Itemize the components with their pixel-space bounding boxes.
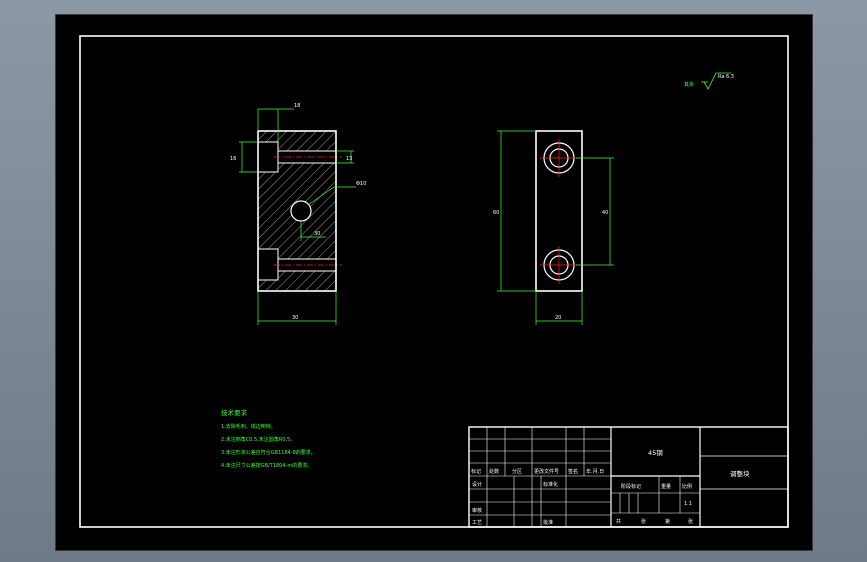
rev-header-3: 更改文件号	[534, 468, 559, 475]
weight-label: 重量	[661, 483, 671, 490]
dim-hole-callout: Φ10	[356, 181, 366, 187]
cad-viewport[interactable]: 其余 Ra 6.3 18 16 13 Φ10 30 30 60 40 20 技术…	[55, 14, 813, 551]
checker-label: 审核	[472, 507, 482, 514]
drawing-canvas: 其余 Ra 6.3 18 16 13 Φ10 30 30 60 40 20 技术…	[79, 35, 789, 528]
sheet-label-0: 共	[616, 518, 621, 525]
dim-left-small: 16	[230, 156, 236, 162]
roughness-symbol: 其余 Ra 6.3	[684, 72, 734, 90]
dim-right-small: 13	[346, 156, 352, 162]
rev-header-1: 处数	[489, 468, 499, 475]
dim-bottom: 30	[292, 315, 298, 321]
sheet-label-1: 张	[641, 518, 646, 525]
rev-header-5: 年.月.日	[586, 468, 604, 475]
tech-item-1: 1.去除毛刺、锐边倒钝。	[221, 423, 276, 430]
tech-item-2: 2.未注倒角C0.5,未注圆角R0.5。	[221, 436, 295, 443]
material-text: 45钢	[648, 449, 663, 457]
side-view	[535, 130, 583, 292]
dim-side-centers: 40	[602, 210, 608, 216]
front-section-view	[257, 130, 342, 292]
process-label: 工艺	[472, 520, 482, 526]
drawing-border	[79, 35, 789, 528]
side-dimensions	[497, 130, 614, 325]
standardization-label: 标准化	[543, 481, 558, 488]
rev-header-2: 分区	[512, 468, 522, 475]
roughness-value: Ra 6.3	[718, 74, 734, 80]
designer-label: 设计	[472, 481, 482, 488]
dim-side-height: 60	[493, 210, 499, 216]
stage-label: 阶段标记	[621, 483, 641, 490]
rev-header-0: 标记	[471, 468, 481, 475]
rev-header-4: 签名	[568, 468, 578, 475]
approve-label: 批准	[543, 519, 553, 526]
sheet-label-2: 第	[665, 518, 670, 525]
dim-inner: 30	[314, 231, 320, 237]
part-name-text: 调整块	[730, 469, 750, 478]
scale-label: 比例	[682, 483, 692, 490]
cross-hole	[290, 200, 312, 222]
tech-requirements: 技术要求 1.去除毛刺、锐边倒钝。 2.未注倒角C0.5,未注圆角R0.5。 3…	[221, 408, 316, 469]
tech-item-4: 4.未注尺寸公差按GB/T1804-m的要求。	[221, 462, 312, 469]
sheet-label-3: 张	[688, 518, 693, 525]
scale-value: 1:1	[684, 501, 692, 507]
tech-item-3: 3.未注形状公差应符合GB1184-8的要求。	[221, 449, 316, 456]
tech-title: 技术要求	[221, 408, 248, 417]
dim-side-width: 20	[555, 315, 561, 321]
roughness-label: 其余	[684, 81, 694, 88]
dim-top-small: 18	[294, 103, 300, 109]
